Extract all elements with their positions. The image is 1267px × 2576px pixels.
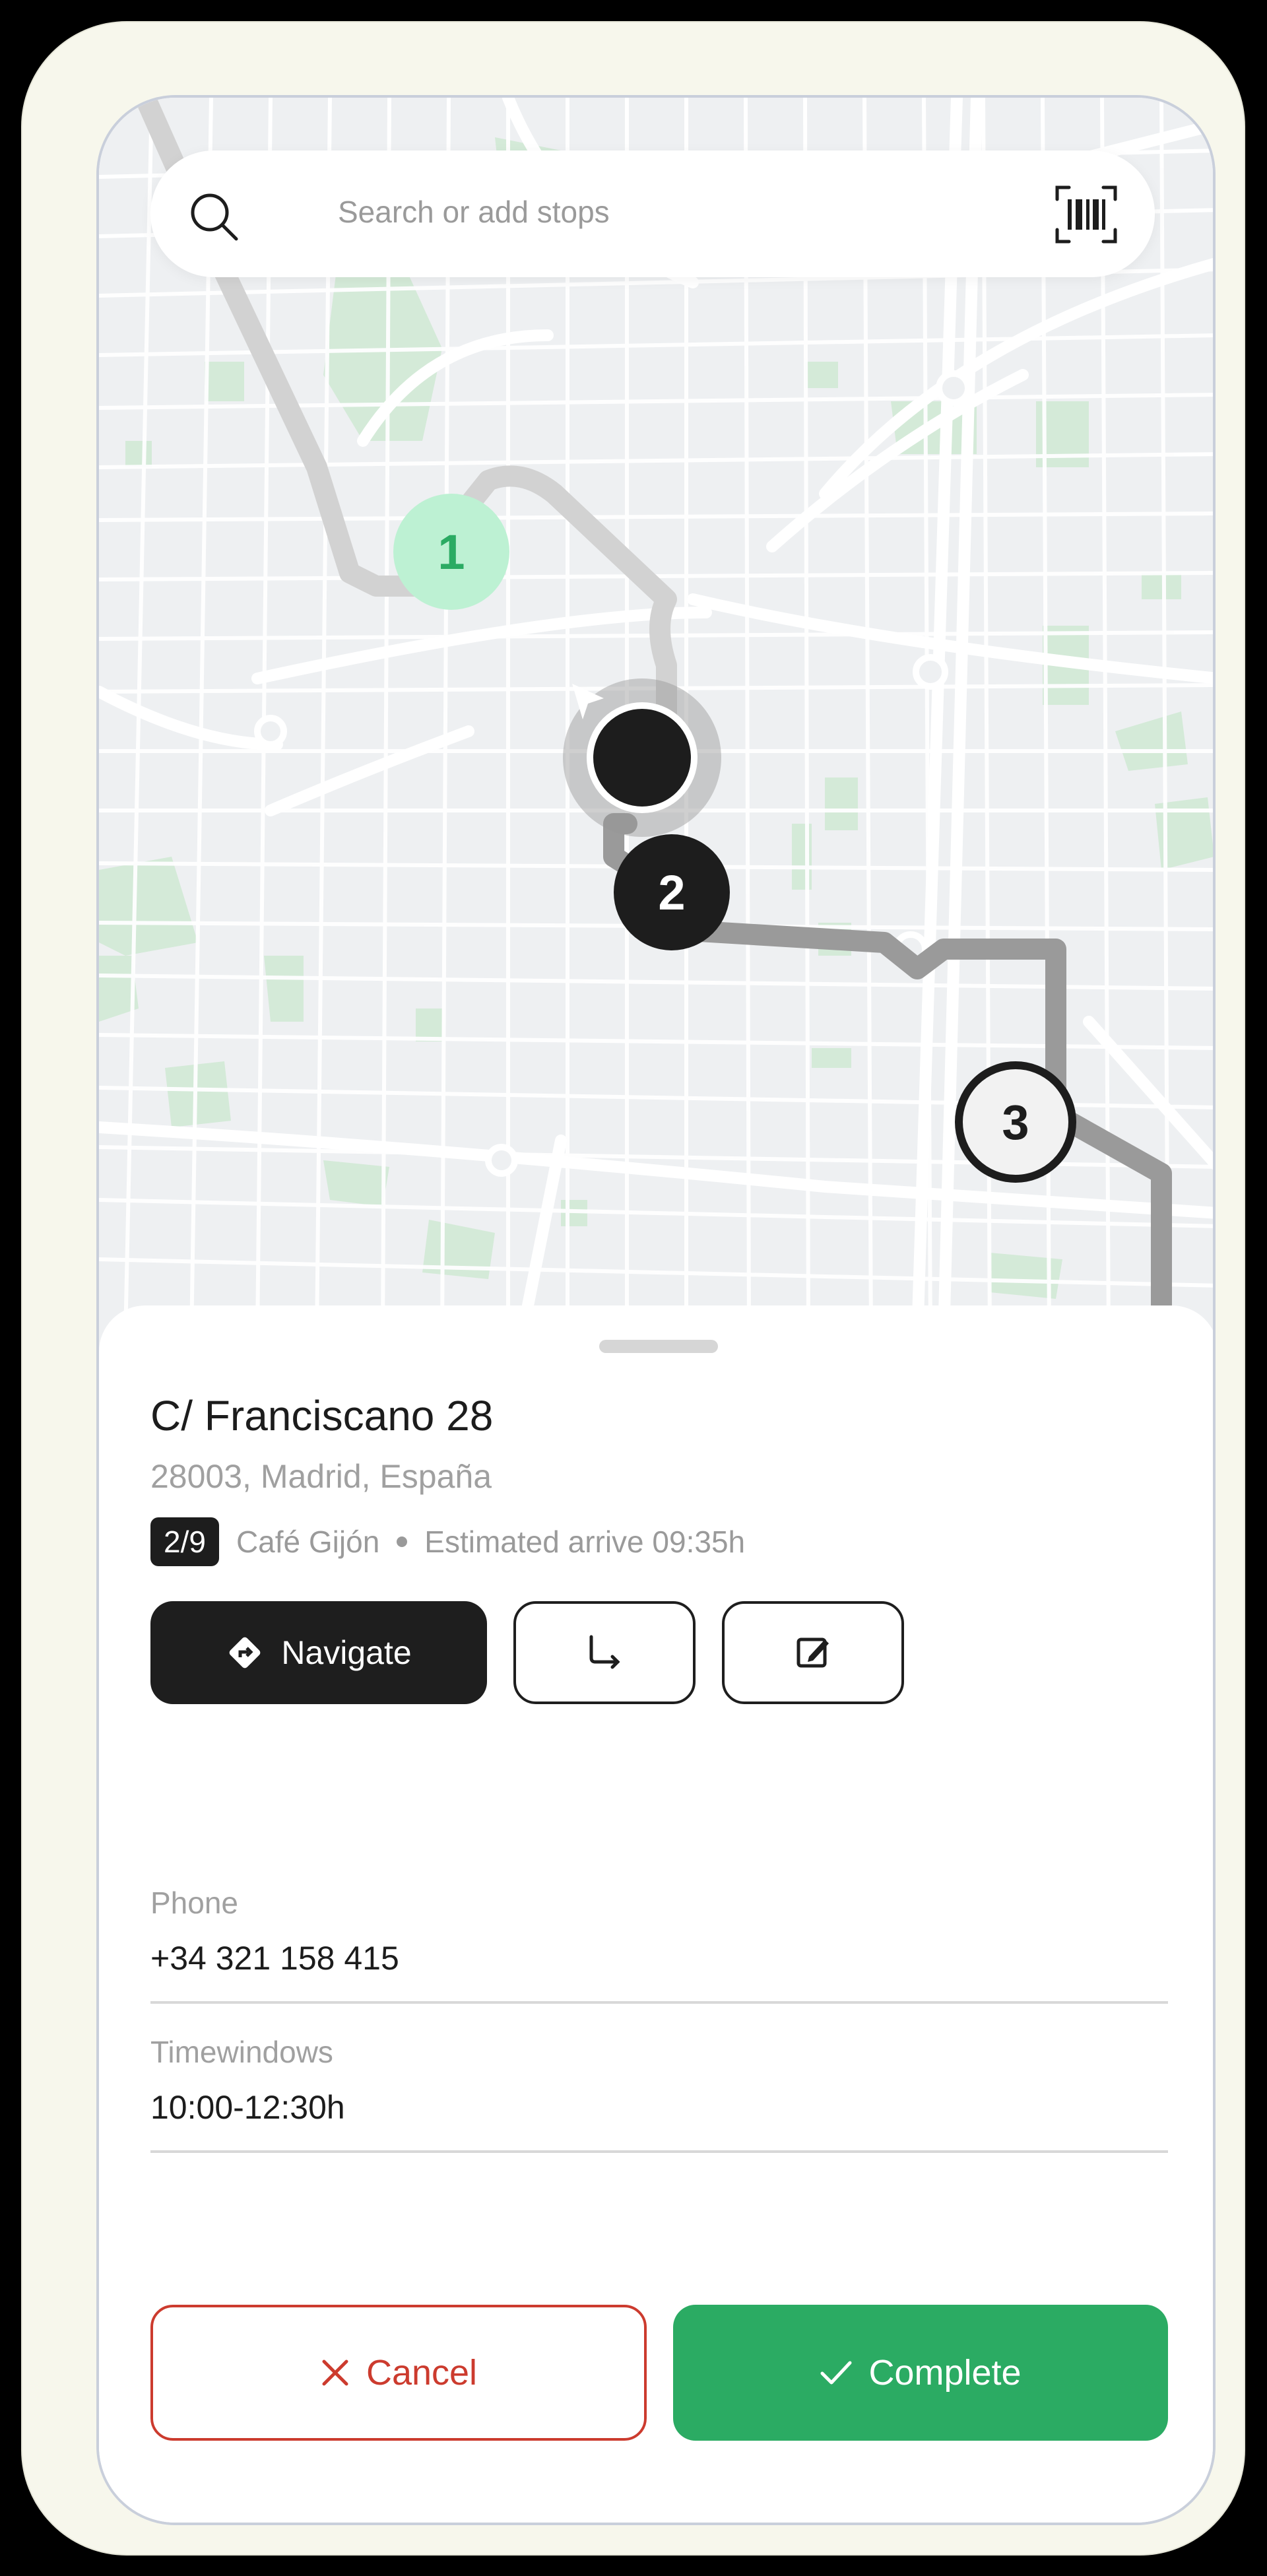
stop-marker-2[interactable]: 2	[614, 834, 730, 950]
stop-marker-label: 1	[438, 524, 465, 579]
navigation-arrow-icon	[572, 684, 604, 719]
action-footer: Cancel Complete	[99, 2270, 1213, 2523]
phone-label: Phone	[150, 1886, 239, 1920]
current-location-marker	[563, 678, 721, 837]
complete-button[interactable]: Complete	[673, 2305, 1168, 2441]
eta-text: Estimated arrive 09:35h	[424, 1525, 746, 1559]
cancel-label: Cancel	[366, 2353, 478, 2393]
search-bar[interactable]: Search or add stops	[150, 150, 1155, 277]
phone-value[interactable]: +34 321 158 415	[150, 1939, 399, 1977]
stop-marker-3[interactable]: 3	[955, 1061, 1076, 1183]
divider	[150, 2001, 1168, 2004]
cancel-button[interactable]: Cancel	[150, 2305, 647, 2441]
checkmark-icon	[820, 2361, 852, 2385]
search-input[interactable]: Search or add stops	[338, 194, 610, 230]
close-x-icon	[322, 2360, 348, 2386]
stop-meta-row: 2/9 Café Gijón Estimated arrive 09:35h	[150, 1517, 745, 1567]
device-frame: 1 2 3 Search or add stops C/ Franciscano…	[21, 21, 1245, 2556]
edit-stop-button[interactable]	[722, 1601, 904, 1704]
stop-detail-sheet: C/ Franciscano 28 28003, Madrid, España …	[99, 1305, 1213, 2523]
stop-marker-label: 2	[658, 865, 686, 920]
search-icon[interactable]	[187, 190, 240, 243]
edit-note-icon	[796, 1637, 829, 1668]
stop-counter-badge: 2/9	[150, 1517, 219, 1566]
reroute-button[interactable]	[513, 1601, 696, 1704]
address-title: C/ Franciscano 28	[150, 1392, 494, 1439]
navigate-diamond-icon	[229, 1637, 261, 1668]
stop-marker-label: 3	[1002, 1094, 1029, 1150]
complete-label: Complete	[868, 2353, 1022, 2393]
stop-marker-1[interactable]: 1	[393, 494, 509, 610]
timewindows-label: Timewindows	[150, 2035, 333, 2069]
app-screen: 1 2 3 Search or add stops C/ Franciscano…	[96, 95, 1216, 2525]
separator-dot	[397, 1536, 408, 1547]
navigate-label: Navigate	[281, 1634, 412, 1671]
divider	[150, 2150, 1168, 2153]
reroute-arrow-icon	[589, 1635, 620, 1669]
place-name: Café Gijón	[236, 1525, 380, 1559]
route-map[interactable]: 1 2 3 Search or add stops	[99, 98, 1213, 1338]
sheet-drag-handle[interactable]	[599, 1340, 718, 1353]
timewindows-value: 10:00-12:30h	[150, 2089, 345, 2126]
barcode-icon[interactable]	[1055, 185, 1118, 244]
address-subtitle: 28003, Madrid, España	[150, 1458, 492, 1495]
navigate-button[interactable]: Navigate	[150, 1601, 487, 1704]
